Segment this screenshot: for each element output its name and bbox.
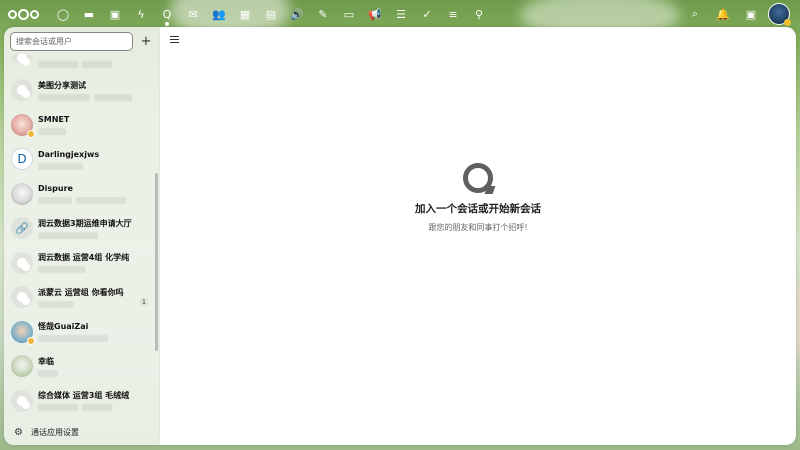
conversation-preview <box>38 93 153 101</box>
conversation-preview <box>38 162 153 170</box>
conversation-item[interactable]: 综合媒体 运营3组 毛绒绒 <box>4 384 159 419</box>
main-content: 加入一个会话或开始新会话 跟您的朋友和同事打个招呼! <box>160 27 796 445</box>
conversation-preview <box>38 128 153 136</box>
speaker-icon[interactable]: 🔊 <box>284 0 310 28</box>
conversations-sidebar: + 美图分享测试 SMNET D Darlingjexjws Dispure 🔗 润云数据3… <box>4 27 160 445</box>
conversation-preview <box>38 335 153 343</box>
group-avatar-icon <box>11 251 33 274</box>
conversation-name: SMNET <box>38 115 70 125</box>
image-icon[interactable]: ▣ <box>102 0 128 28</box>
search-row: + <box>4 27 159 53</box>
gear-icon: ⚙ <box>14 426 23 438</box>
location-pin-icon[interactable]: ⚲ <box>466 0 492 28</box>
talk-icon[interactable]: Q <box>154 0 180 28</box>
folder-icon[interactable]: ▬ <box>76 0 102 28</box>
new-conversation-button[interactable]: + <box>139 34 153 49</box>
conversation-name: 怪哉GuaiZai <box>38 322 89 332</box>
avatar <box>11 355 33 378</box>
link-icon: 🔗 <box>11 217 33 240</box>
empty-state-title: 加入一个会话或开始新会话 <box>415 203 541 215</box>
conversation-name: Dispure <box>38 184 73 194</box>
app-navigation: ◯ ▬ ▣ ϟ Q ✉ 👥 ▦ ▤ 🔊 ✎ ▭ 📢 ☰ ✓ ≡ ⚲ <box>50 0 492 28</box>
avatar <box>11 113 35 138</box>
search-field[interactable] <box>10 32 133 51</box>
conversation-preview <box>38 197 153 205</box>
mail-icon[interactable]: ✉ <box>180 0 206 28</box>
empty-state: 加入一个会话或开始新会话 跟您的朋友和同事打个招呼! <box>160 163 796 233</box>
avatar <box>11 320 35 345</box>
text-lines-icon[interactable]: ≡ <box>440 0 466 28</box>
conversation-preview <box>38 300 153 308</box>
conversation-item[interactable]: 幸临 <box>4 349 159 384</box>
nextcloud-logo[interactable] <box>8 0 40 28</box>
status-away-icon <box>27 129 35 138</box>
conversation-item[interactable] <box>4 53 159 73</box>
conversation-name: 派蒙云 运营组 你看你吗 <box>38 287 124 297</box>
conversation-preview <box>38 369 153 377</box>
conversation-item[interactable]: 派蒙云 运营组 你看你吗 1 <box>4 280 159 315</box>
list-icon[interactable]: ☰ <box>388 0 414 28</box>
conversation-item[interactable]: 🔗 润云数据3期运维申请大厅 <box>4 211 159 246</box>
bell-icon[interactable]: 🔔 <box>712 0 734 28</box>
unread-count-badge: 1 <box>139 297 149 307</box>
talk-settings-button[interactable]: ⚙ 通话应用设置 <box>4 419 159 445</box>
briefcase-icon[interactable]: ▭ <box>336 0 362 28</box>
avatar <box>11 182 33 205</box>
megaphone-icon[interactable]: 📢 <box>362 0 388 28</box>
user-avatar-menu[interactable] <box>768 3 791 26</box>
conversation-item[interactable]: 美图分享测试 <box>4 73 159 108</box>
talk-app-window: + 美图分享测试 SMNET D Darlingjexjws Dispure 🔗 润云数据3… <box>4 27 796 445</box>
pencil-icon[interactable]: ✎ <box>310 0 336 28</box>
search-input[interactable] <box>16 37 127 46</box>
conversation-name: 润云数据 运营4组 化学纯 <box>38 253 130 263</box>
conversation-preview <box>38 266 153 274</box>
contacts-icon[interactable]: 👥 <box>206 0 232 28</box>
deck-icon[interactable]: ▤ <box>258 0 284 28</box>
group-avatar-icon <box>11 79 33 102</box>
top-header: ◯ ▬ ▣ ϟ Q ✉ 👥 ▦ ▤ 🔊 ✎ ▭ 📢 ☰ ✓ ≡ ⚲ ⌕ 🔔 ▣ <box>0 0 800 28</box>
check-icon[interactable]: ✓ <box>414 0 440 28</box>
bolt-icon[interactable]: ϟ <box>128 0 154 28</box>
empty-state-subtitle: 跟您的朋友和同事打个招呼! <box>428 223 528 232</box>
circle-icon[interactable]: ◯ <box>50 0 76 28</box>
status-away-icon <box>27 336 35 345</box>
conversation-list-scrollbar[interactable] <box>155 173 158 351</box>
talk-logo-icon <box>463 163 493 193</box>
contacts-menu-icon[interactable]: ▣ <box>740 0 762 28</box>
conversation-name: Darlingjexjws <box>38 149 100 159</box>
conversation-preview <box>38 231 153 239</box>
avatar-initial: D <box>11 148 33 171</box>
group-avatar-icon <box>11 389 33 412</box>
conversation-name: 美图分享测试 <box>38 80 86 90</box>
conversation-name: 幸临 <box>38 356 54 366</box>
group-avatar-icon <box>11 53 33 63</box>
calendar-icon[interactable]: ▦ <box>232 0 258 28</box>
conversation-item[interactable]: 润云数据 运营4组 化学纯 <box>4 246 159 281</box>
toggle-sidebar-menu-icon[interactable] <box>170 36 179 43</box>
conversation-item[interactable]: SMNET <box>4 108 159 143</box>
group-avatar-icon <box>11 286 33 309</box>
conversation-preview <box>38 61 153 68</box>
conversation-item[interactable]: D Darlingjexjws <box>4 142 159 177</box>
conversation-preview <box>38 404 153 412</box>
search-icon[interactable]: ⌕ <box>684 0 706 28</box>
talk-settings-label: 通话应用设置 <box>30 427 79 437</box>
conversation-item[interactable]: Dispure <box>4 177 159 212</box>
conversation-name: 综合媒体 运营3组 毛绒绒 <box>38 391 130 401</box>
conversation-list: 美图分享测试 SMNET D Darlingjexjws Dispure 🔗 润云数据3期运… <box>4 53 159 419</box>
conversation-name: 润云数据3期运维申请大厅 <box>38 218 132 228</box>
conversation-item[interactable]: 怪哉GuaiZai <box>4 315 159 350</box>
header-right: ⌕ 🔔 ▣ <box>684 0 791 28</box>
